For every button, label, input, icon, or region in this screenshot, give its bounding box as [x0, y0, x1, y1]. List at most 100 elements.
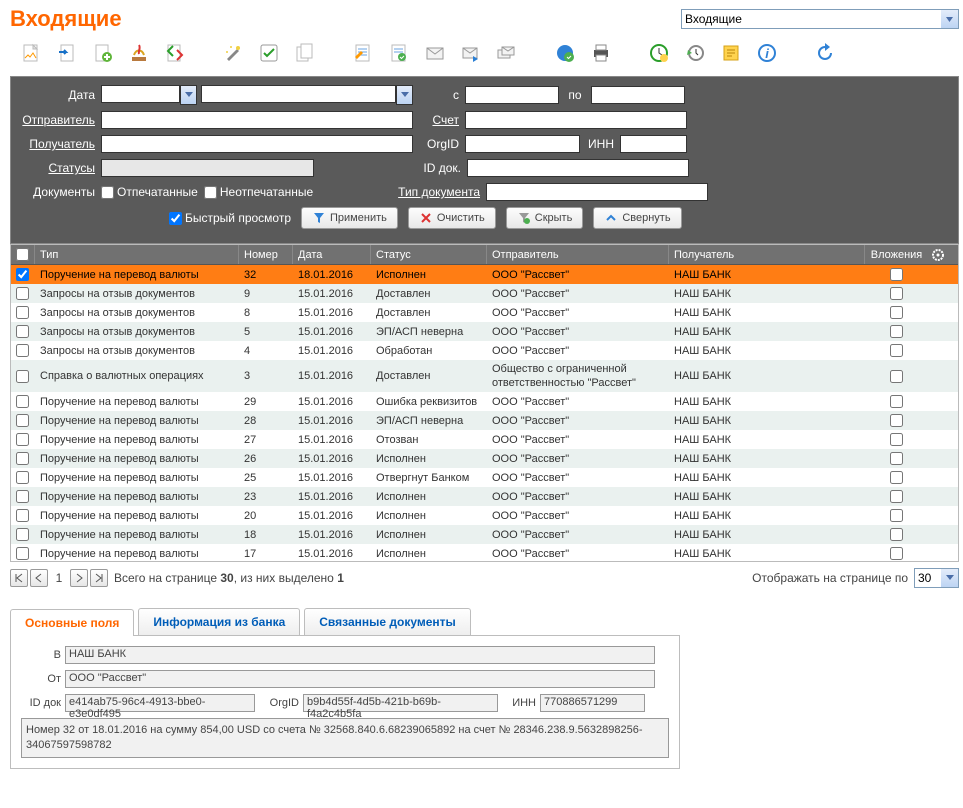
col-from[interactable]: Отправитель	[487, 245, 669, 264]
not-printed-checkbox[interactable]: Неотпечатанные	[204, 185, 313, 199]
sender-input[interactable]	[101, 111, 413, 129]
docs-icon[interactable]	[294, 42, 316, 64]
tab-linked[interactable]: Связанные документы	[304, 608, 471, 635]
sign-doc-icon[interactable]	[388, 42, 410, 64]
gear-icon[interactable]	[928, 245, 948, 264]
row-check[interactable]	[11, 305, 35, 320]
cell-attach[interactable]	[865, 470, 928, 485]
mail-fwd-icon[interactable]	[460, 42, 482, 64]
row-check[interactable]	[11, 286, 35, 301]
account-input[interactable]	[465, 111, 687, 129]
cell-attach[interactable]	[865, 432, 928, 447]
row-check[interactable]	[11, 432, 35, 447]
iddoc-input[interactable]	[467, 159, 689, 177]
table-row[interactable]: Поручение на перевод валюты2015.01.2016И…	[11, 506, 958, 525]
row-check[interactable]	[11, 343, 35, 358]
quick-view-checkbox[interactable]: Быстрый просмотр	[169, 211, 291, 225]
status-input[interactable]	[101, 159, 314, 177]
cell-attach[interactable]	[865, 451, 928, 466]
row-check[interactable]	[11, 489, 35, 504]
page-last-button[interactable]	[90, 569, 108, 587]
row-check[interactable]	[11, 369, 35, 384]
sign-refresh-icon[interactable]	[164, 42, 186, 64]
row-check[interactable]	[11, 470, 35, 485]
table-body[interactable]: Поручение на перевод валюты3218.01.2016И…	[11, 265, 958, 561]
cell-attach[interactable]	[865, 369, 928, 384]
table-row[interactable]: Поручение на перевод валюты1815.01.2016И…	[11, 525, 958, 544]
row-check[interactable]	[11, 546, 35, 561]
tab-main[interactable]: Основные поля	[10, 609, 134, 636]
col-checkbox[interactable]	[11, 245, 35, 264]
table-row[interactable]: Поручение на перевод валюты2615.01.2016И…	[11, 449, 958, 468]
folder-select-value[interactable]	[682, 10, 941, 28]
page-first-button[interactable]	[10, 569, 28, 587]
date-from-input[interactable]	[465, 86, 559, 104]
sync-icon[interactable]	[554, 42, 576, 64]
account-label[interactable]: Счет	[419, 113, 459, 127]
mail-all-icon[interactable]	[496, 42, 518, 64]
col-type[interactable]: Тип	[35, 245, 239, 264]
cell-attach[interactable]	[865, 489, 928, 504]
table-row[interactable]: Поручение на перевод валюты2915.01.2016О…	[11, 392, 958, 411]
orgid-input[interactable]	[465, 135, 580, 153]
cell-attach[interactable]	[865, 394, 928, 409]
table-row[interactable]: Поручение на перевод валюты2315.01.2016И…	[11, 487, 958, 506]
col-num[interactable]: Номер	[239, 245, 293, 264]
printed-checkbox[interactable]: Отпечатанные	[101, 185, 198, 199]
table-row[interactable]: Справка о валютных операциях315.01.2016Д…	[11, 360, 958, 392]
row-check[interactable]	[11, 324, 35, 339]
note-icon[interactable]	[720, 42, 742, 64]
info-icon[interactable]: i	[756, 42, 778, 64]
doctype-input[interactable]	[486, 183, 708, 201]
folder-select[interactable]	[681, 9, 959, 29]
cell-attach[interactable]	[865, 267, 928, 282]
per-page-select[interactable]	[914, 568, 959, 588]
table-row[interactable]: Поручение на перевод валюты2715.01.2016О…	[11, 430, 958, 449]
refresh-icon[interactable]	[814, 42, 836, 64]
receiver-label[interactable]: Получатель	[19, 137, 95, 151]
table-row[interactable]: Запросы на отзыв документов515.01.2016ЭП…	[11, 322, 958, 341]
receiver-input[interactable]	[101, 135, 413, 153]
col-attach[interactable]: Вложения	[865, 245, 928, 264]
cell-attach[interactable]	[865, 324, 928, 339]
table-row[interactable]: Поручение на перевод валюты2815.01.2016Э…	[11, 411, 958, 430]
row-check[interactable]	[11, 413, 35, 428]
chevron-down-icon[interactable]	[941, 10, 958, 28]
print-icon[interactable]	[590, 42, 612, 64]
inn-input[interactable]	[620, 135, 687, 153]
cell-attach[interactable]	[865, 527, 928, 542]
collapse-button[interactable]: Свернуть	[593, 207, 681, 229]
verify-icon[interactable]	[258, 42, 280, 64]
row-check[interactable]	[11, 267, 35, 282]
col-date[interactable]: Дата	[293, 245, 371, 264]
date-type-input[interactable]	[101, 85, 180, 103]
row-check[interactable]	[11, 394, 35, 409]
page-next-button[interactable]	[70, 569, 88, 587]
row-check[interactable]	[11, 527, 35, 542]
col-status[interactable]: Статус	[371, 245, 487, 264]
table-row[interactable]: Запросы на отзыв документов415.01.2016Об…	[11, 341, 958, 360]
sender-label[interactable]: Отправитель	[19, 113, 95, 127]
table-row[interactable]: Поручение на перевод валюты3218.01.2016И…	[11, 265, 958, 284]
date-type-dd-icon[interactable]	[180, 85, 197, 105]
import-icon[interactable]	[56, 42, 78, 64]
notes-icon[interactable]	[352, 42, 374, 64]
clock-icon[interactable]	[648, 42, 670, 64]
col-to[interactable]: Получатель	[669, 245, 865, 264]
clock-back-icon[interactable]	[684, 42, 706, 64]
table-row[interactable]: Поручение на перевод валюты1715.01.2016И…	[11, 544, 958, 561]
table-row[interactable]: Запросы на отзыв документов815.01.2016До…	[11, 303, 958, 322]
cell-attach[interactable]	[865, 413, 928, 428]
row-check[interactable]	[11, 508, 35, 523]
sign-icon[interactable]	[128, 42, 150, 64]
tab-bank[interactable]: Информация из банка	[138, 608, 300, 635]
cell-attach[interactable]	[865, 546, 928, 561]
hide-button[interactable]: Скрыть	[506, 207, 584, 229]
table-row[interactable]: Запросы на отзыв документов915.01.2016До…	[11, 284, 958, 303]
cell-attach[interactable]	[865, 305, 928, 320]
doc-plus-icon[interactable]	[92, 42, 114, 64]
cell-attach[interactable]	[865, 286, 928, 301]
date-period-dd-icon[interactable]	[396, 85, 413, 105]
clear-button[interactable]: Очистить	[408, 207, 496, 229]
chevron-down-icon[interactable]	[941, 569, 958, 587]
